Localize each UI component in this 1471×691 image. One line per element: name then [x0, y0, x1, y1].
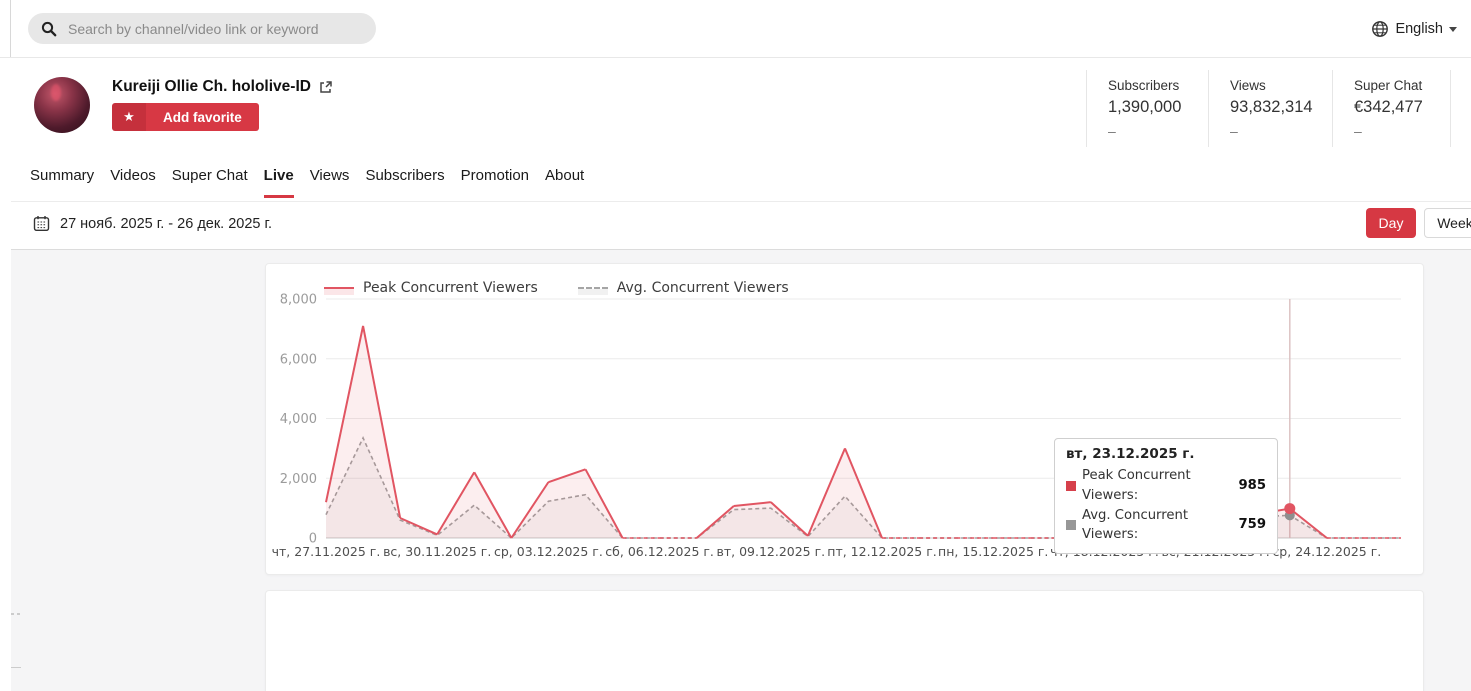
tab-videos[interactable]: Videos: [110, 161, 156, 198]
stat-label: Views: [1230, 78, 1266, 93]
x-tick-label: вт, 09.12.2025 г.: [716, 544, 825, 559]
x-tick-label: пн, 15.12.2025 г.: [938, 544, 1048, 559]
peak-highlight-dot: [1284, 503, 1296, 515]
peak-series-marker: [1066, 480, 1076, 491]
tab-subscribers[interactable]: Subscribers: [365, 161, 444, 198]
stat-value: 93,832,314: [1230, 98, 1313, 116]
x-tick-label: пт, 12.12.2025 г.: [827, 544, 937, 559]
x-tick-label: ср, 24.12.2025 г.: [1272, 544, 1381, 559]
chevron-down-icon: [1449, 27, 1457, 32]
calendar-icon: [33, 216, 50, 231]
tab-super-chat[interactable]: Super Chat: [172, 161, 248, 198]
channel-name-row[interactable]: Kureiji Ollie Ch. hololive-ID: [112, 78, 333, 96]
stat-label: Subscribers: [1108, 78, 1180, 93]
search-icon: [41, 21, 57, 36]
stat-change: –: [1354, 123, 1362, 139]
y-tick-label: 2,000: [280, 472, 317, 487]
next-section-card: [265, 590, 1424, 691]
tooltip-avg-row: Avg. Concurrent Viewers: 759: [1066, 506, 1266, 546]
topbar: English: [0, 0, 1471, 58]
stat-views: Views 93,832,314 –: [1208, 70, 1332, 147]
tab-promotion[interactable]: Promotion: [461, 161, 529, 198]
stat-change: –: [1108, 123, 1116, 139]
search-box[interactable]: [28, 13, 376, 44]
channel-name: Kureiji Ollie Ch. hololive-ID: [112, 78, 311, 95]
live-viewers-card: Peak Concurrent Viewers Avg. Concurrent …: [265, 263, 1424, 575]
chart-tooltip: вт, 23.12.2025 г. Peak Concurrent Viewer…: [1054, 438, 1278, 555]
search-input[interactable]: [66, 19, 360, 38]
external-link-icon[interactable]: [319, 80, 333, 94]
tabs-divider: [11, 201, 1471, 202]
tooltip-peak-value: 985: [1238, 477, 1266, 493]
y-tick-label: 6,000: [280, 352, 317, 367]
star-icon: ★: [112, 103, 146, 131]
content-area: Peak Concurrent Viewers Avg. Concurrent …: [11, 250, 1471, 691]
stat-label: Super Chat: [1354, 78, 1423, 93]
tooltip-peak-row: Peak Concurrent Viewers: 985: [1066, 466, 1266, 506]
language-selector[interactable]: English: [1371, 0, 1457, 57]
period-day-button[interactable]: Day: [1366, 208, 1416, 238]
tooltip-avg-value: 759: [1238, 517, 1266, 533]
stat-value: 1,390,000: [1108, 98, 1182, 116]
tab-bar: Summary Videos Super Chat Live Views Sub…: [30, 161, 584, 198]
channel-stats: Subscribers 1,390,000 – Views 93,832,314…: [1086, 70, 1451, 147]
x-tick-label: сб, 06.12.2025 г.: [605, 544, 714, 559]
stat-subscribers: Subscribers 1,390,000 –: [1086, 70, 1208, 147]
tooltip-date: вт, 23.12.2025 г.: [1066, 446, 1195, 462]
y-tick-label: 4,000: [280, 412, 317, 427]
period-week-button[interactable]: Week: [1424, 208, 1471, 238]
globe-icon: [1372, 20, 1389, 37]
add-favorite-label: Add favorite: [146, 103, 259, 131]
tab-views[interactable]: Views: [310, 161, 350, 198]
tab-live[interactable]: Live: [263, 161, 294, 198]
date-range-picker[interactable]: 27 нояб. 2025 г. - 26 дек. 2025 г.: [60, 216, 272, 232]
left-strip-chart-fragment: [11, 667, 21, 668]
channel-avatar: [34, 77, 90, 133]
left-strip-chart-fragment: [11, 613, 20, 615]
x-tick-label: вс, 30.11.2025 г.: [383, 544, 491, 559]
tab-summary[interactable]: Summary: [30, 161, 94, 198]
language-label: English: [1395, 20, 1443, 37]
x-tick-label: ср, 03.12.2025 г.: [494, 544, 603, 559]
page: English Kureiji Ollie Ch. hololive-ID ★ …: [0, 0, 1471, 691]
y-tick-label: 8,000: [280, 293, 317, 308]
left-strip-divider: [10, 0, 11, 57]
avg-series-marker: [1066, 520, 1076, 531]
stat-value: €342,477: [1354, 98, 1423, 116]
stat-change: –: [1230, 123, 1238, 139]
add-favorite-button[interactable]: ★ Add favorite: [112, 103, 259, 131]
x-tick-label: чт, 27.11.2025 г.: [272, 544, 381, 559]
stat-superchat: Super Chat €342,477 –: [1332, 70, 1451, 147]
tab-about[interactable]: About: [545, 161, 584, 198]
